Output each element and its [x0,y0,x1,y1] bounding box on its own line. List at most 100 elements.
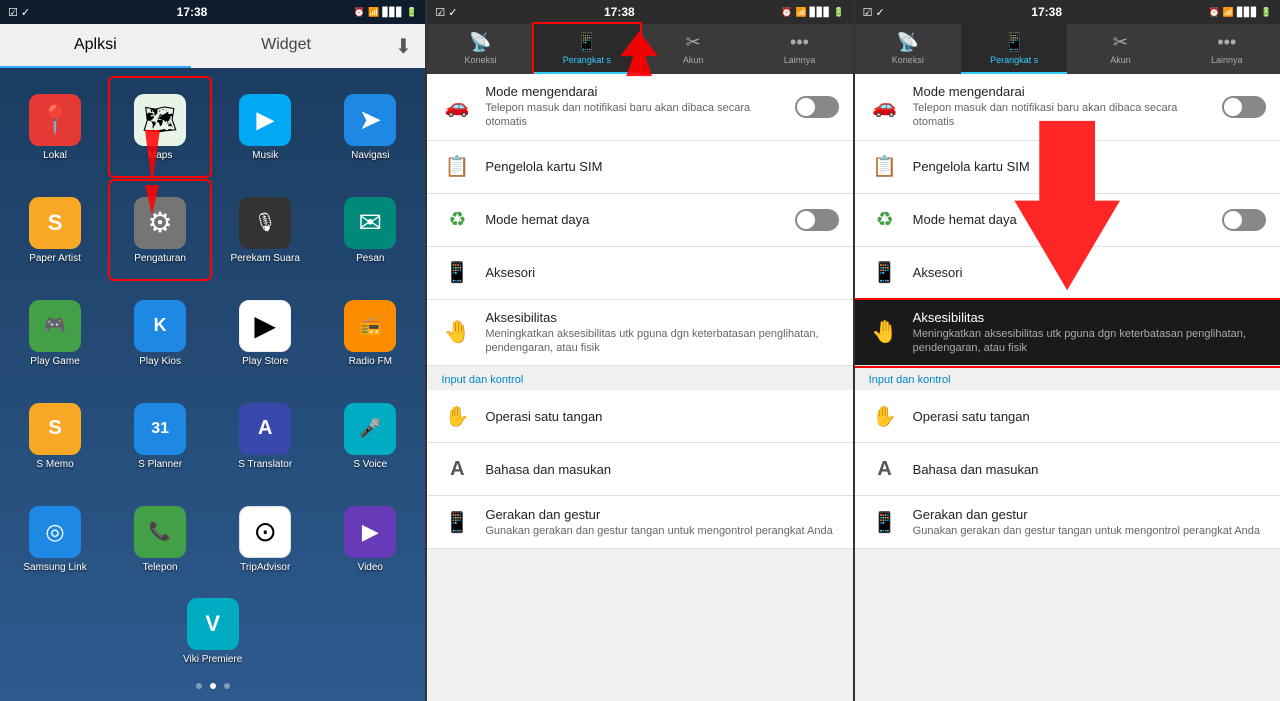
aksesori-title-p3: Aksesori [913,265,1266,280]
app-s-planner[interactable]: 31 S Planner [110,387,210,485]
shield-icon-p3: ☑ [863,6,873,19]
section-input-p3: Input dan kontrol [855,366,1280,390]
widget-label: Widget [261,36,311,54]
aksesibilitas-desc-p2: Meningkatkan aksesibilitas utk pguna dgn… [485,327,838,356]
section-input-p2: Input dan kontrol [427,366,852,390]
app-musik[interactable]: ▶ Musik [215,78,315,176]
download-button[interactable]: ⬇ [381,24,425,68]
app-pesan[interactable]: ✉ Pesan [320,181,420,279]
hemat-toggle-p3[interactable] [1222,209,1266,231]
samsung-link-icon: ◎ [29,506,81,558]
item-mode-mengendarai-p3[interactable]: 🚗 Mode mengendarai Telepon masuk dan not… [855,74,1280,141]
app-tripadvisor[interactable]: ⊙ TripAdvisor [215,490,315,588]
maps-icon: 🗺 [134,94,186,146]
bahasa-text-p2: Bahasa dan masukan [485,462,838,477]
sim-text-p3: Pengelola kartu SIM [913,159,1266,174]
item-hemat-daya-p3[interactable]: ♻ Mode hemat daya [855,194,1280,247]
app-s-voice[interactable]: 🎤 S Voice [320,387,420,485]
mengendarai-toggle-p3[interactable] [1222,96,1266,118]
item-aksesibilitas-p2[interactable]: 🤚 Aksesibilitas Meningkatkan aksesibilit… [427,300,852,367]
perekam-icon: 🎙 [239,197,291,249]
app-viki[interactable]: V Viki Premiere [173,598,253,665]
tab-koneksi-p2[interactable]: 📡 Koneksi [427,24,533,74]
app-play-game[interactable]: 🎮 Play Game [5,284,105,382]
app-s-memo[interactable]: S S Memo [5,387,105,485]
item-aksesibilitas-p3[interactable]: 🤚 Aksesibilitas Meningkatkan aksesibilit… [855,300,1280,367]
item-aksesori-p3[interactable]: 📱 Aksesori [855,247,1280,300]
tab-lainnya-p3[interactable]: ••• Lainnya [1174,24,1280,74]
item-operasi-p3[interactable]: ✋ Operasi satu tangan [855,390,1280,443]
tab-perangkat-p2[interactable]: 📱 Perangkat s [534,24,640,74]
koneksi-label-p2: Koneksi [464,55,496,65]
tab-akun-p2[interactable]: ✂ Akun [640,24,746,74]
sim-text-p2: Pengelola kartu SIM [485,159,838,174]
item-operasi-p2[interactable]: ✋ Operasi satu tangan [427,390,852,443]
pesan-icon: ✉ [344,197,396,249]
mengendarai-toggle-p2[interactable] [795,96,839,118]
alarm-icon-p3: ⏰ [1209,7,1220,18]
app-telepon[interactable]: 📞 Telepon [110,490,210,588]
hemat-toggle-p2[interactable] [795,209,839,231]
settings-content-p3: 🚗 Mode mengendarai Telepon masuk dan not… [855,74,1280,701]
s-memo-icon: S [29,403,81,455]
wifi-icon: 📶 [368,7,379,18]
telepon-icon: 📞 [134,506,186,558]
hemat-title-p2: Mode hemat daya [485,212,782,227]
tab-akun-p3[interactable]: ✂ Akun [1067,24,1173,74]
toggle-knob-hemat [797,211,815,229]
bahasa-icon-p3: A [869,453,901,485]
tab-widget[interactable]: Widget [191,24,382,68]
perangkat-icon-p2: 📱 [576,32,598,53]
item-kartu-sim-p3[interactable]: 📋 Pengelola kartu SIM [855,141,1280,194]
gerakan-title-p3: Gerakan dan gestur [913,507,1266,522]
apps-grid: 📍 Lokal 🗺 Maps ▶ Musik ➤ Navigasi S Pape… [0,68,425,598]
signal-icon-p3: ▊▊▊ [1237,7,1258,18]
status-right-p3: ⏰ 📶 ▊▊▊ 🔋 [1209,7,1272,18]
tab-lainnya-p2[interactable]: ••• Lainnya [746,24,852,74]
app-lokal[interactable]: 📍 Lokal [5,78,105,176]
app-paper-artist[interactable]: S Paper Artist [5,181,105,279]
telepon-label: Telepon [143,562,178,573]
app-samsung-link[interactable]: ◎ Samsung Link [5,490,105,588]
dot-2 [210,683,216,689]
lokal-label: Lokal [43,150,67,161]
tab-perangkat-p3[interactable]: 📱 Perangkat s [961,24,1067,74]
battery-icon-p3: 🔋 [1261,7,1272,18]
app-perekam-suara[interactable]: 🎙 Perekam Suara [215,181,315,279]
app-navigasi[interactable]: ➤ Navigasi [320,78,420,176]
aksesibilitas-text-p2: Aksesibilitas Meningkatkan aksesibilitas… [485,310,838,356]
dot-3 [224,683,230,689]
item-gerakan-p2[interactable]: 📱 Gerakan dan gestur Gunakan gerakan dan… [427,496,852,549]
lokal-icon: 📍 [29,94,81,146]
tab-aplksi[interactable]: Aplksi [0,24,191,68]
item-aksesori-p2[interactable]: 📱 Aksesori [427,247,852,300]
item-kartu-sim-p2[interactable]: 📋 Pengelola kartu SIM [427,141,852,194]
app-play-kios[interactable]: K Play Kios [110,284,210,382]
radio-fm-icon: 📻 [344,300,396,352]
tab-koneksi-p3[interactable]: 📡 Koneksi [855,24,961,74]
app-maps[interactable]: 🗺 Maps [110,78,210,176]
lainnya-label-p2: Lainnya [784,55,816,65]
gerakan-desc-p3: Gunakan gerakan dan gestur tangan untuk … [913,524,1266,538]
app-radio-fm[interactable]: 📻 Radio FM [320,284,420,382]
perangkat-label-p2: Perangkat s [563,55,611,65]
app-play-store[interactable]: ▶ Play Store [215,284,315,382]
item-gerakan-p3[interactable]: 📱 Gerakan dan gestur Gunakan gerakan dan… [855,496,1280,549]
item-hemat-daya-p2[interactable]: ♻ Mode hemat daya [427,194,852,247]
status-bar-p3: ☑ ✓ 17:38 ⏰ 📶 ▊▊▊ 🔋 [855,0,1280,24]
tripadvisor-icon: ⊙ [239,506,291,558]
viki-icon: V [187,598,239,650]
koneksi-label-p3: Koneksi [892,55,924,65]
samsung-link-label: Samsung Link [23,562,86,573]
aksesibilitas-text-p3: Aksesibilitas Meningkatkan aksesibilitas… [913,310,1266,356]
play-game-label: Play Game [30,356,79,367]
item-bahasa-p3[interactable]: A Bahasa dan masukan [855,443,1280,496]
app-s-translator[interactable]: A S Translator [215,387,315,485]
app-pengaturan[interactable]: ⚙ Pengaturan [110,181,210,279]
item-bahasa-p2[interactable]: A Bahasa dan masukan [427,443,852,496]
app-video[interactable]: ▶ Video [320,490,420,588]
akun-label-p2: Akun [683,55,704,65]
item-mode-mengendarai-p2[interactable]: 🚗 Mode mengendarai Telepon masuk dan not… [427,74,852,141]
aksesibilitas-icon-p2: 🤚 [441,316,473,348]
lainnya-label-p3: Lainnya [1211,55,1243,65]
